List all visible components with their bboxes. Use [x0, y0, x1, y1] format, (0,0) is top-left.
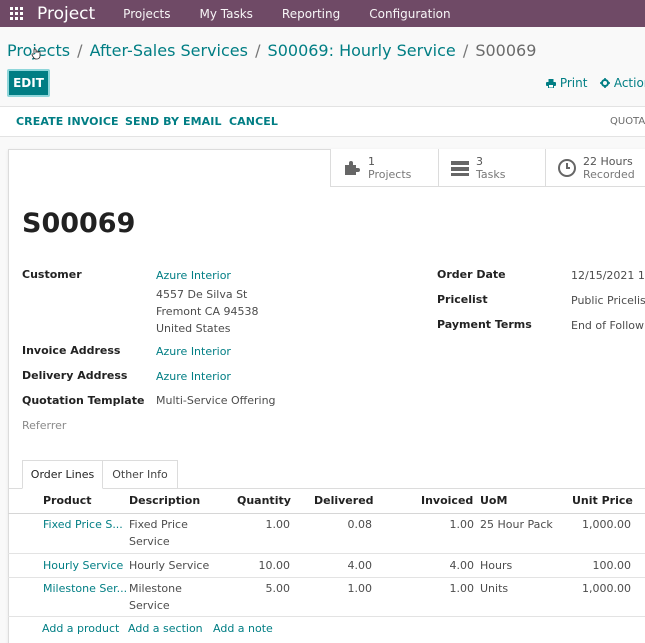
quotation-template-label: Quotation Template [22, 394, 145, 407]
recorded-label: Recorded [583, 168, 635, 181]
row-product[interactable]: Hourly Service [43, 559, 123, 572]
add-section-link[interactable]: Add a section [128, 622, 203, 635]
tab-order-lines[interactable]: Order Lines [22, 460, 103, 489]
smart-button-tasks[interactable]: 3 Tasks [438, 149, 545, 187]
action-label: Action [613, 76, 645, 90]
printer-icon [546, 79, 556, 89]
customer-country: United States [156, 322, 231, 335]
clock-icon [558, 159, 576, 177]
customer-label: Customer [22, 268, 82, 281]
menu-projects[interactable]: Projects [123, 7, 170, 21]
column-header-description[interactable]: Description [129, 494, 200, 507]
invoice-address-link[interactable]: Azure Interior [156, 345, 231, 358]
row-uom: Units [480, 582, 509, 595]
apps-menu-icon[interactable] [2, 4, 30, 24]
print-button[interactable]: Print [546, 76, 587, 90]
puzzle-icon [345, 161, 360, 175]
payment-terms-value: End of Followi [571, 319, 645, 332]
order-title: S00069 [22, 208, 136, 239]
menu-configuration[interactable]: Configuration [369, 7, 450, 21]
row-description: Milestone Service [129, 582, 182, 612]
edit-button[interactable]: EDIT [7, 69, 50, 97]
smart-button-projects[interactable]: 1 Projects [330, 149, 438, 187]
customer-city: Fremont CA 94538 [156, 305, 259, 318]
column-header-product[interactable]: Product [43, 494, 92, 507]
action-button[interactable]: Action [600, 76, 645, 90]
breadcrumb-separator: / [77, 41, 83, 60]
table-header-divider [8, 513, 645, 514]
row-unit-price: 1,000.00 [582, 518, 631, 531]
projects-count: 1 [368, 155, 375, 168]
breadcrumb-after-sales-services[interactable]: After-Sales Services [90, 41, 248, 60]
column-header-unit-price[interactable]: Unit Price [572, 494, 633, 507]
row-quantity: 5.00 [265, 582, 291, 595]
print-label: Print [559, 76, 588, 90]
row-description: Fixed Price Service [129, 518, 188, 548]
breadcrumb-hourly-service-order[interactable]: S00069: Hourly Service [268, 41, 456, 60]
delivery-address-link[interactable]: Azure Interior [156, 370, 231, 383]
stage-quotation[interactable]: QUOTA [610, 116, 645, 127]
invoice-address-label: Invoice Address [22, 344, 121, 357]
add-product-link[interactable]: Add a product [42, 622, 119, 635]
hand-cursor-icon [31, 48, 41, 60]
menu-my-tasks[interactable]: My Tasks [199, 7, 252, 21]
quotation-template-value: Multi-Service Offering [156, 394, 276, 407]
tab-other-info[interactable]: Other Info [103, 460, 178, 489]
projects-label: Projects [368, 168, 412, 181]
row-product[interactable]: Fixed Price S... [43, 518, 123, 531]
row-unit-price: 1,000.00 [582, 582, 631, 595]
column-header-uom[interactable]: UoM [480, 494, 507, 507]
order-date-value: 12/15/2021 14 [571, 269, 645, 282]
breadcrumb-separator: / [255, 41, 261, 60]
pricelist-label: Pricelist [437, 293, 488, 306]
top-navbar: Project Projects My Tasks Reporting Conf… [0, 0, 645, 27]
gear-icon [600, 78, 610, 88]
row-delivered: 1.00 [347, 582, 373, 595]
customer-street: 4557 De Silva St [156, 288, 248, 301]
row-delivered: 4.00 [347, 559, 373, 572]
customer-link[interactable]: Azure Interior [156, 269, 231, 282]
breadcrumb-current: S00069 [475, 41, 537, 60]
recorded-hours: 22 Hours [583, 155, 633, 168]
row-description: Hourly Service [129, 559, 210, 572]
breadcrumb: Projects / After-Sales Services / S00069… [7, 41, 536, 60]
add-note-link[interactable]: Add a note [213, 622, 273, 635]
delivery-address-label: Delivery Address [22, 369, 128, 382]
smart-button-recorded-hours[interactable]: 22 Hours Recorded [545, 149, 645, 187]
row-delivered: 0.08 [347, 518, 373, 531]
referrer-label: Referrer [22, 419, 67, 432]
row-product[interactable]: Milestone Ser... [43, 582, 127, 595]
row-uom: Hours [480, 559, 513, 572]
row-divider [8, 553, 645, 554]
payment-terms-label: Payment Terms [437, 318, 532, 331]
column-header-quantity[interactable]: Quantity [237, 494, 291, 507]
row-unit-price: 100.00 [592, 559, 632, 572]
order-date-label: Order Date [437, 268, 506, 281]
column-header-delivered[interactable]: Delivered [314, 494, 374, 507]
status-bar: CREATE INVOICE SEND BY EMAIL CANCEL QUOT… [0, 106, 645, 137]
breadcrumb-separator: / [462, 41, 469, 60]
row-quantity: 10.00 [258, 559, 291, 572]
row-uom: 25 Hour Pack [480, 518, 553, 531]
column-header-invoiced[interactable]: Invoiced [421, 494, 473, 507]
row-invoiced: 4.00 [449, 559, 475, 572]
create-invoice-button[interactable]: CREATE INVOICE [16, 115, 119, 128]
tasks-icon [451, 161, 469, 176]
row-quantity: 1.00 [265, 518, 291, 531]
row-divider [8, 577, 645, 578]
pricelist-value: Public Pricelist [571, 294, 645, 307]
row-invoiced: 1.00 [449, 518, 475, 531]
menu-reporting[interactable]: Reporting [282, 7, 340, 21]
app-name[interactable]: Project [37, 4, 95, 24]
cancel-button[interactable]: CANCEL [229, 115, 278, 128]
send-by-email-button[interactable]: SEND BY EMAIL [125, 115, 222, 128]
tasks-count: 3 [476, 155, 483, 168]
tasks-label: Tasks [476, 168, 506, 181]
row-divider [8, 616, 645, 617]
row-invoiced: 1.00 [449, 582, 475, 595]
